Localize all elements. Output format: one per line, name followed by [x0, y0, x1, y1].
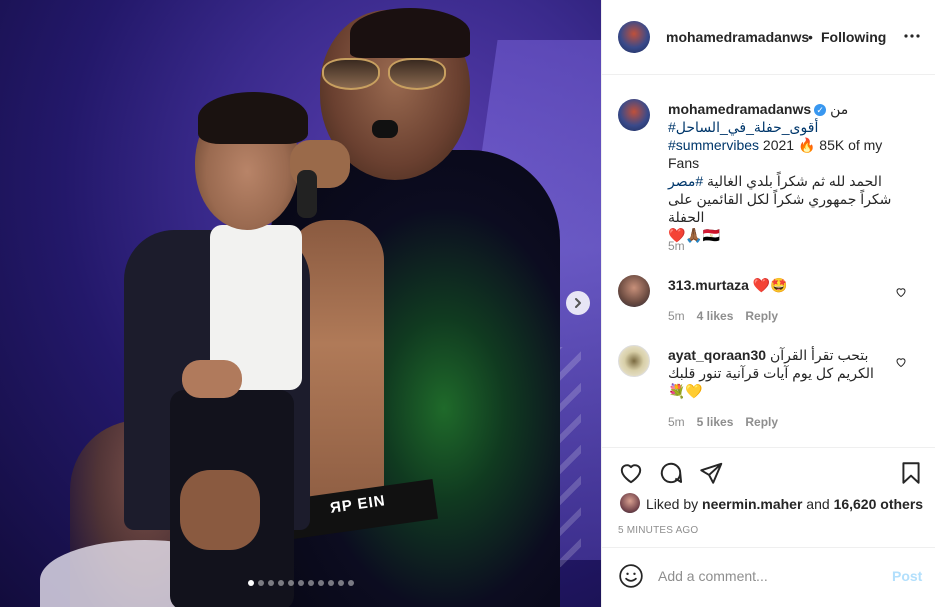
caption-body: mohamedramadanws ✓ من #أقوى_حفلة_في_الساح…	[668, 100, 908, 244]
caption-username[interactable]: mohamedramadanws	[668, 101, 811, 117]
author-username[interactable]: mohamedramadanws	[666, 29, 809, 45]
carousel-dot	[347, 580, 354, 586]
add-comment-bar: Post	[602, 547, 935, 607]
carousel-dot	[267, 580, 274, 586]
comment-time[interactable]: 5m	[668, 415, 685, 429]
carousel-dot	[317, 580, 324, 586]
more-options-icon[interactable]	[904, 28, 920, 44]
comment-meta: 5m 5 likes Reply	[668, 415, 790, 429]
comment-time[interactable]: 5m	[668, 309, 685, 323]
carousel-dot	[337, 580, 344, 586]
carousel-dot	[307, 580, 314, 586]
comment-username[interactable]: 313.murtaza	[668, 277, 749, 293]
carousel-dot	[247, 580, 254, 586]
post-header: mohamedramadanws • Following	[602, 0, 935, 75]
carousel-dot	[277, 580, 284, 586]
comment-input[interactable]	[658, 565, 878, 587]
comment-bubble-icon[interactable]	[658, 460, 684, 486]
comment-meta: 5m 4 likes Reply	[668, 309, 790, 323]
caption-time[interactable]: 5m	[668, 239, 685, 253]
commenter-avatar[interactable]	[618, 345, 650, 377]
comment-likes[interactable]: 4 likes	[697, 309, 734, 323]
comment-like-heart-icon[interactable]	[895, 285, 907, 298]
comment-body: 313.murtaza ❤️🤩	[668, 276, 908, 294]
comment-reply-button[interactable]: Reply	[745, 415, 778, 429]
share-send-icon[interactable]	[698, 460, 724, 486]
carousel-dot	[327, 580, 334, 586]
likes-summary[interactable]: Liked by neermin.maher and 16,620 others	[646, 496, 923, 512]
comment-text: ❤️🤩	[748, 277, 788, 293]
liker-username[interactable]: neermin.maher	[702, 496, 802, 512]
caption-hashtag-ar-2[interactable]: #مصر	[668, 173, 703, 189]
caption: mohamedramadanws ✓ من #أقوى_حفلة_في_الساح…	[618, 99, 920, 259]
comment-body: ayat_qoraan30 بتحب تقرأ القرآن الكريم كل…	[668, 346, 908, 400]
comment-likes[interactable]: 5 likes	[697, 415, 734, 429]
child-hand	[182, 360, 242, 398]
headset-mic	[372, 120, 398, 138]
carousel-next-button[interactable]	[566, 291, 590, 315]
emoji-smiley-icon[interactable]	[618, 563, 644, 589]
caption-hashtag-en[interactable]: #summervibes	[668, 137, 759, 153]
like-heart-icon[interactable]	[618, 460, 644, 486]
carousel-dot	[257, 580, 264, 586]
caption-meta: 5m	[668, 239, 697, 253]
comment-like-heart-icon[interactable]	[895, 355, 907, 368]
post-photo[interactable]: ЯP EIN	[0, 0, 601, 607]
following-button[interactable]: Following	[821, 29, 886, 45]
carousel-dot	[287, 580, 294, 586]
performer-hand	[180, 470, 260, 550]
caption-hashtag-ar[interactable]: #أقوى_حفلة_في_الساحل	[668, 119, 818, 135]
header-separator: •	[808, 29, 813, 45]
likes-count[interactable]: 16,620 others	[834, 496, 924, 512]
caption-text-ar: من	[830, 101, 849, 117]
comment-item: 313.murtaza ❤️🤩 5m 4 likes Reply	[618, 275, 920, 335]
carousel-dot	[297, 580, 304, 586]
post-timestamp[interactable]: 5 MINUTES AGO	[618, 525, 698, 536]
save-bookmark-icon[interactable]	[898, 460, 924, 486]
liker-avatar[interactable]	[620, 493, 640, 513]
comment-reply-button[interactable]: Reply	[745, 309, 778, 323]
caption-text-ar-2: الحمد لله ثم شكراً بلدي الغالية #مصر شكر…	[668, 173, 892, 225]
commenter-avatar[interactable]	[618, 275, 650, 307]
author-avatar[interactable]	[618, 21, 650, 53]
post-comment-button[interactable]: Post	[892, 568, 922, 584]
performer-hair	[350, 8, 470, 58]
chevron-right-icon	[575, 298, 581, 308]
sunglasses	[322, 58, 450, 92]
caption-emoji: ❤️🙏🏾🇪🇬	[668, 227, 721, 243]
caption-author-avatar[interactable]	[618, 99, 650, 131]
comment-item: ayat_qoraan30 بتحب تقرأ القرآن الكريم كل…	[618, 345, 920, 435]
microphone	[297, 170, 317, 218]
verified-badge-icon: ✓	[814, 104, 827, 116]
carousel-indicator	[0, 580, 601, 586]
child-hair	[198, 92, 308, 144]
comment-emoji: 💐💛	[668, 383, 703, 399]
comment-username[interactable]: ayat_qoraan30	[668, 347, 766, 363]
post-side-panel: mohamedramadanws • Following mohamedrama…	[601, 0, 935, 607]
comments-section[interactable]: mohamedramadanws ✓ من #أقوى_حفلة_في_الساح…	[602, 75, 935, 447]
